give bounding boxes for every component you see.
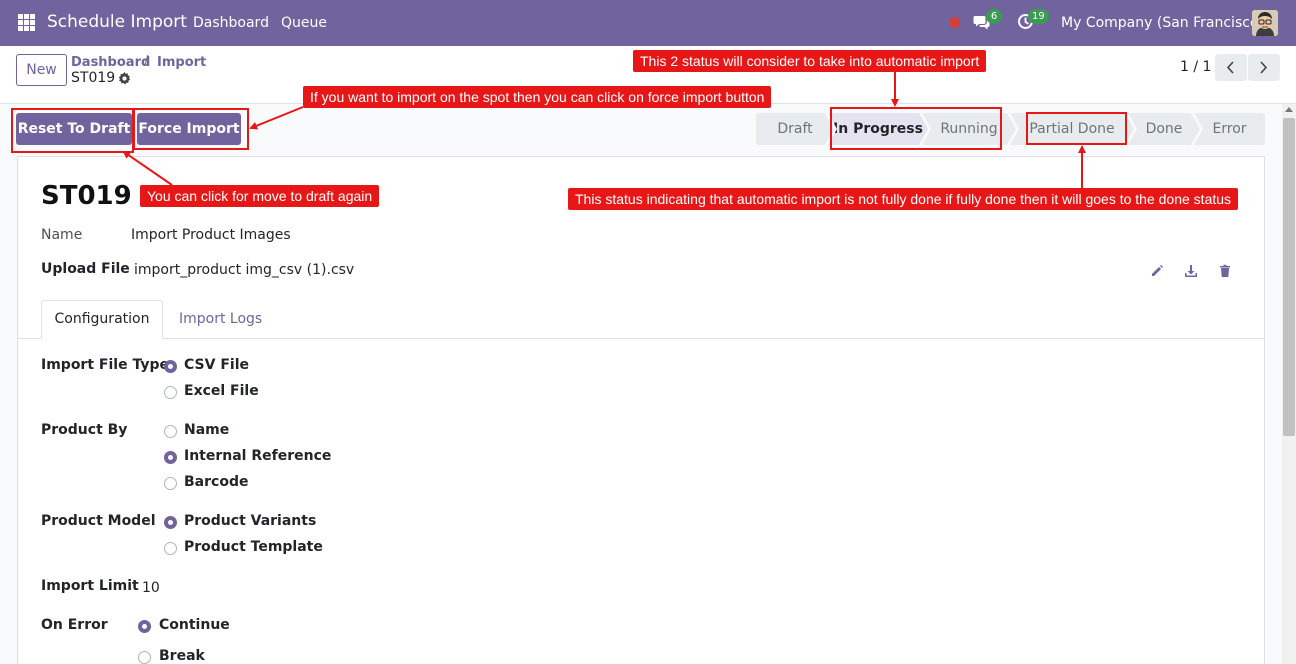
arrow-to-force-import [249,106,304,130]
arrow-to-reset-to-draft [122,150,173,186]
annotation-arrows [122,71,1086,188]
